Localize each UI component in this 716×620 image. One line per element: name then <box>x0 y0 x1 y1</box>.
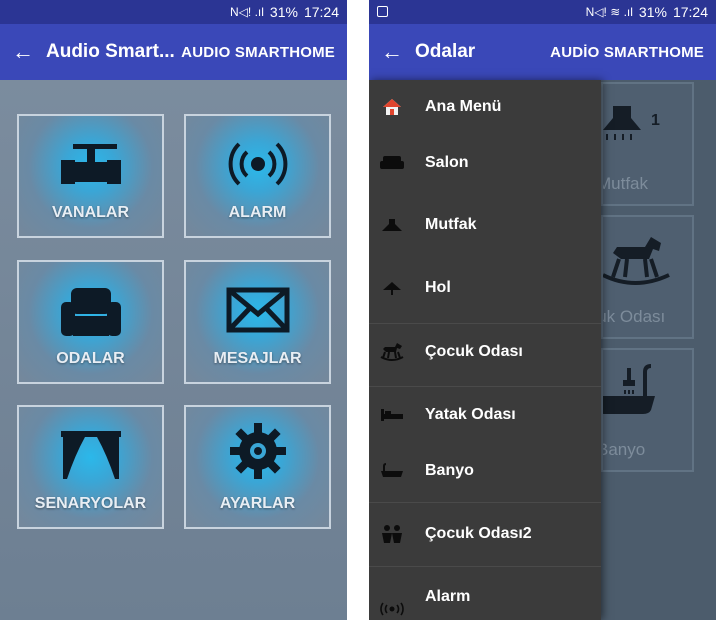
drawer-item-banyo[interactable]: Banyo <box>369 444 601 498</box>
drawer-item-label: Salon <box>425 154 469 171</box>
signal-icons: N◁! .ıl <box>230 5 264 19</box>
drawer-item-mutfak[interactable]: Mutfak <box>369 198 601 252</box>
drawer-item-label: Ana Menü <box>425 98 502 115</box>
drawer-item-salon[interactable]: Salon <box>369 136 601 190</box>
tile-alarm[interactable]: ALARM <box>184 114 331 238</box>
room-label: Çocuk Odası <box>603 307 666 326</box>
sofa-icon <box>379 152 405 174</box>
battery-level: 31% <box>638 4 667 20</box>
kids-icon <box>379 523 405 545</box>
drawer-item-cocuk-odasi2[interactable]: Çocuk Odası2 <box>369 507 601 561</box>
drawer-item-yatak-odasi[interactable]: Yatak Odası <box>369 388 601 442</box>
drawer-divider <box>369 502 601 503</box>
armchair-icon <box>60 288 121 336</box>
drawer-item-label: Alarm <box>425 588 471 605</box>
app-title: Audio Smart... <box>46 41 175 62</box>
drawer-item-label: Çocuk Odası <box>425 343 523 360</box>
tile-ayarlar[interactable]: AYARLAR <box>184 405 331 529</box>
signal-icons: N◁! ≋ .ıl <box>585 5 633 19</box>
rocking-horse-icon <box>379 341 405 363</box>
tile-label: MESAJLAR <box>213 350 302 367</box>
tile-label: ODALAR <box>56 350 125 367</box>
clock: 17:24 <box>303 4 339 20</box>
drawer-item-alarm[interactable]: Alarm <box>369 570 601 620</box>
range-hood-icon <box>603 106 641 140</box>
tile-senaryolar[interactable]: SENARYOLAR <box>17 405 164 529</box>
drawer-item-hol[interactable]: Hol <box>369 261 601 315</box>
room-tile-mutfak[interactable]: 1 Mutfak <box>601 82 694 206</box>
app-brand-action[interactable]: AUDIO SMARTHOME <box>181 44 347 61</box>
room-label: Mutfak <box>601 174 649 193</box>
tile-odalar[interactable]: ODALAR <box>17 260 164 384</box>
drawer-item-ana-menu[interactable]: Ana Menü <box>369 80 601 134</box>
tile-label: ALARM <box>228 204 287 221</box>
back-arrow-icon[interactable]: ← <box>0 39 46 65</box>
status-bar: N◁! ≋ .ıl 31% 17:24 <box>369 0 716 24</box>
valve-icon <box>60 144 121 184</box>
gear-icon <box>229 423 286 479</box>
range-hood-icon <box>379 214 405 236</box>
tile-label: SENARYOLAR <box>34 495 147 512</box>
gallery-notification-icon <box>377 6 388 17</box>
app-bar: ← Audio Smart... AUDIO SMARTHOME <box>0 24 347 80</box>
hall-icon <box>379 277 405 299</box>
alarm-icon <box>228 142 287 186</box>
navigation-drawer: Ana Menü Salon Mutfak Hol Çocuk Odası Ya… <box>369 80 601 620</box>
drawer-item-label: Yatak Odası <box>425 406 516 423</box>
drawer-item-label: Banyo <box>425 462 474 479</box>
bed-icon <box>379 404 405 426</box>
drawer-item-label: Mutfak <box>425 216 477 233</box>
alarm-icon <box>379 598 405 620</box>
drawer-item-label: Çocuk Odası2 <box>425 525 532 542</box>
room-label: Banyo <box>601 440 646 459</box>
drawer-divider <box>369 566 601 567</box>
room-badge: 1 <box>651 112 660 129</box>
rocking-horse-icon <box>603 237 670 285</box>
app-brand-action[interactable]: AUDİO SMARTHOME <box>550 44 716 61</box>
curtain-icon <box>60 431 121 479</box>
tile-label: VANALAR <box>51 204 130 221</box>
bathtub-icon <box>379 460 405 482</box>
home-icon <box>379 96 405 118</box>
room-tile-cocuk-odasi[interactable]: Çocuk Odası <box>601 215 694 339</box>
tile-vanalar[interactable]: VANALAR <box>17 114 164 238</box>
drawer-divider <box>369 386 601 387</box>
bathtub-icon <box>603 364 655 414</box>
main-menu-screen: N◁! .ıl 31% 17:24 ← Audio Smart... AUDIO… <box>0 0 347 620</box>
status-bar: N◁! .ıl 31% 17:24 <box>0 0 347 24</box>
envelope-icon <box>226 287 289 333</box>
drawer-divider <box>369 323 601 324</box>
clock: 17:24 <box>672 4 708 20</box>
back-arrow-icon[interactable]: ← <box>369 39 415 65</box>
drawer-item-cocuk-odasi[interactable]: Çocuk Odası <box>369 325 601 379</box>
room-tile-banyo[interactable]: Banyo <box>601 348 694 472</box>
battery-level: 31% <box>269 4 298 20</box>
app-title: Odalar <box>415 41 476 62</box>
tile-mesajlar[interactable]: MESAJLAR <box>184 260 331 384</box>
tile-label: AYARLAR <box>219 495 296 512</box>
rooms-screen: N◁! ≋ .ıl 31% 17:24 ← Odalar AUDİO SMART… <box>369 0 716 620</box>
app-bar: ← Odalar AUDİO SMARTHOME <box>369 24 716 80</box>
drawer-item-label: Hol <box>425 279 451 296</box>
